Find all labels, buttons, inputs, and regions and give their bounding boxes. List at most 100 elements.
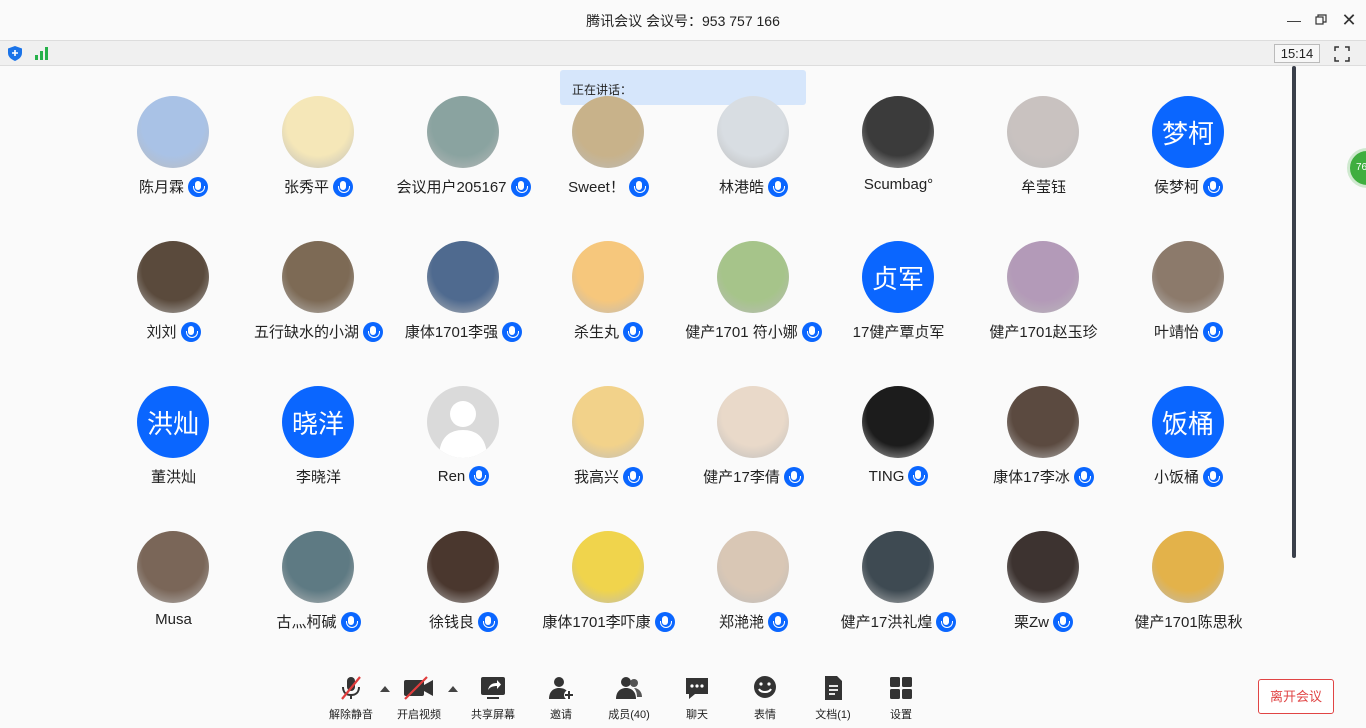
participant-tile[interactable]: 健产1701 符小娜 bbox=[681, 241, 826, 351]
fullscreen-icon[interactable] bbox=[1334, 46, 1350, 62]
participant-name-row: 侯梦柯 bbox=[1096, 176, 1281, 197]
mic-muted-icon bbox=[341, 676, 361, 700]
participant-tile[interactable]: 林港皓 bbox=[681, 96, 826, 206]
participant-tile[interactable]: 我高兴 bbox=[536, 386, 681, 496]
avatar bbox=[1007, 531, 1079, 603]
meeting-clock: 15:14 bbox=[1274, 44, 1320, 63]
network-signal-icon[interactable] bbox=[34, 46, 50, 60]
invite-icon bbox=[549, 677, 574, 700]
avatar bbox=[862, 386, 934, 458]
invite-button[interactable]: 邀请 bbox=[529, 674, 593, 722]
restore-button[interactable] bbox=[1311, 10, 1331, 30]
participant-tile[interactable]: 洪灿 董洪灿 bbox=[101, 386, 246, 496]
participant-name: 康体1701李强 bbox=[404, 324, 499, 341]
participant-tile[interactable]: 健产17李倩 bbox=[681, 386, 826, 496]
emoji-button[interactable]: 表情 bbox=[733, 674, 797, 722]
participant-tile[interactable]: 康体1701李强 bbox=[391, 241, 536, 351]
participant-name: 康体17李冰 bbox=[993, 469, 1070, 486]
participant-tile[interactable]: 栗Zw bbox=[971, 531, 1116, 641]
chat-button[interactable]: 聊天 bbox=[665, 674, 729, 722]
docs-button[interactable]: 文档(1) bbox=[801, 674, 865, 722]
participant-name: 我高兴 bbox=[573, 469, 619, 486]
participant-tile[interactable]: 晓洋 李晓洋 bbox=[246, 386, 391, 496]
participant-tile[interactable]: 贞军 17健产覃贞军 bbox=[826, 241, 971, 351]
docs-label: 文档(1) bbox=[815, 709, 851, 721]
avatar bbox=[1152, 241, 1224, 313]
side-badge[interactable]: 76 bbox=[1347, 148, 1366, 188]
participant-tile[interactable]: 徐钱良 bbox=[391, 531, 536, 641]
participant-tile[interactable]: 饭桶 小饭桶 bbox=[1116, 386, 1261, 496]
participant-tile[interactable]: TING bbox=[826, 386, 971, 496]
avatar bbox=[572, 386, 644, 458]
participant-name: Musa bbox=[155, 611, 192, 628]
participant-tile[interactable]: 牟莹钰 bbox=[971, 96, 1116, 206]
microphone-icon bbox=[623, 321, 643, 342]
microphone-icon bbox=[333, 176, 353, 197]
minimize-button[interactable]: — bbox=[1284, 10, 1304, 30]
microphone-icon bbox=[469, 466, 490, 486]
participant-tile[interactable]: 陈月霖 bbox=[101, 96, 246, 206]
participant-name: 小饭桶 bbox=[1153, 469, 1199, 486]
participant-name: 健产1701 符小娜 bbox=[685, 324, 798, 341]
share-screen-button[interactable]: 共享屏幕 bbox=[461, 674, 525, 722]
avatar bbox=[717, 241, 789, 313]
microphone-icon bbox=[1053, 611, 1073, 632]
close-button[interactable]: ✕ bbox=[1339, 10, 1359, 30]
participant-tile[interactable]: 郑滟滟 bbox=[681, 531, 826, 641]
members-button[interactable]: 成员(40) bbox=[597, 674, 661, 722]
microphone-icon bbox=[180, 321, 201, 342]
microphone-icon bbox=[188, 176, 208, 197]
participant-tile[interactable]: 五行缺水的小湖 bbox=[246, 241, 391, 351]
avatar bbox=[427, 241, 499, 313]
microphone-icon bbox=[768, 611, 788, 632]
participant-tile[interactable]: Scumbag° bbox=[826, 96, 971, 206]
start-video-button[interactable]: 开启视频 bbox=[387, 674, 451, 722]
unmute-button[interactable]: 解除静音 bbox=[319, 674, 383, 722]
participant-tile[interactable]: 康体1701李吓康 bbox=[536, 531, 681, 641]
scrollbar[interactable] bbox=[1292, 66, 1296, 558]
participant-tile[interactable]: Ren bbox=[391, 386, 536, 496]
participant-tile[interactable]: 健产1701赵玉珍 bbox=[971, 241, 1116, 351]
participant-tile[interactable]: 叶靖怡 bbox=[1116, 241, 1261, 351]
invite-label: 邀请 bbox=[550, 709, 572, 721]
participant-tile[interactable]: 杀生丸 bbox=[536, 241, 681, 351]
participant-tile[interactable]: 古灬柯碱 bbox=[246, 531, 391, 641]
participant-tile[interactable]: 梦柯 侯梦柯 bbox=[1116, 96, 1261, 206]
settings-button[interactable]: 设置 bbox=[869, 674, 933, 722]
participant-tile[interactable]: 康体17李冰 bbox=[971, 386, 1116, 496]
video-off-icon bbox=[404, 676, 433, 700]
title-bar: 腾讯会议 会议号：953 757 166 — ✕ bbox=[0, 0, 1366, 40]
share-screen-label: 共享屏幕 bbox=[471, 709, 515, 721]
members-label: 成员(40) bbox=[608, 709, 650, 721]
participant-tile[interactable]: Musa bbox=[101, 531, 246, 641]
avatar bbox=[427, 96, 499, 168]
video-options-caret[interactable] bbox=[448, 686, 458, 692]
avatar bbox=[1152, 531, 1224, 603]
participant-name: 杀生丸 bbox=[573, 324, 619, 341]
participant-tile[interactable]: Sweet！ bbox=[536, 96, 681, 206]
participant-tile[interactable]: 张秀平 bbox=[246, 96, 391, 206]
leave-meeting-button[interactable]: 离开会议 bbox=[1258, 679, 1334, 714]
participant-name: 古灬柯碱 bbox=[276, 614, 337, 631]
avatar: 贞军 bbox=[862, 241, 934, 313]
microphone-icon bbox=[478, 611, 498, 632]
participant-name: Scumbag° bbox=[863, 176, 934, 193]
avatar: 晓洋 bbox=[282, 386, 354, 458]
avatar bbox=[572, 96, 644, 168]
microphone-icon bbox=[1203, 321, 1223, 342]
participant-name: 郑滟滟 bbox=[718, 614, 764, 631]
participant-tile[interactable]: 健产1701陈思秋 bbox=[1116, 531, 1261, 641]
avatar bbox=[572, 531, 644, 603]
avatar bbox=[862, 96, 934, 168]
microphone-icon bbox=[783, 466, 804, 487]
security-shield-icon[interactable] bbox=[8, 46, 22, 61]
microphone-icon bbox=[1073, 466, 1094, 487]
participant-tile[interactable]: 刘刘 bbox=[101, 241, 246, 351]
participant-name: 董洪灿 bbox=[150, 469, 196, 486]
participant-name: 健产1701赵玉珍 bbox=[989, 324, 1098, 341]
avatar bbox=[717, 96, 789, 168]
participant-tile[interactable]: 健产17洪礼煌 bbox=[826, 531, 971, 641]
participant-name: TING bbox=[868, 467, 905, 485]
participant-name: 林港皓 bbox=[718, 179, 764, 196]
participant-tile[interactable]: 会议用户205167 bbox=[391, 96, 536, 206]
